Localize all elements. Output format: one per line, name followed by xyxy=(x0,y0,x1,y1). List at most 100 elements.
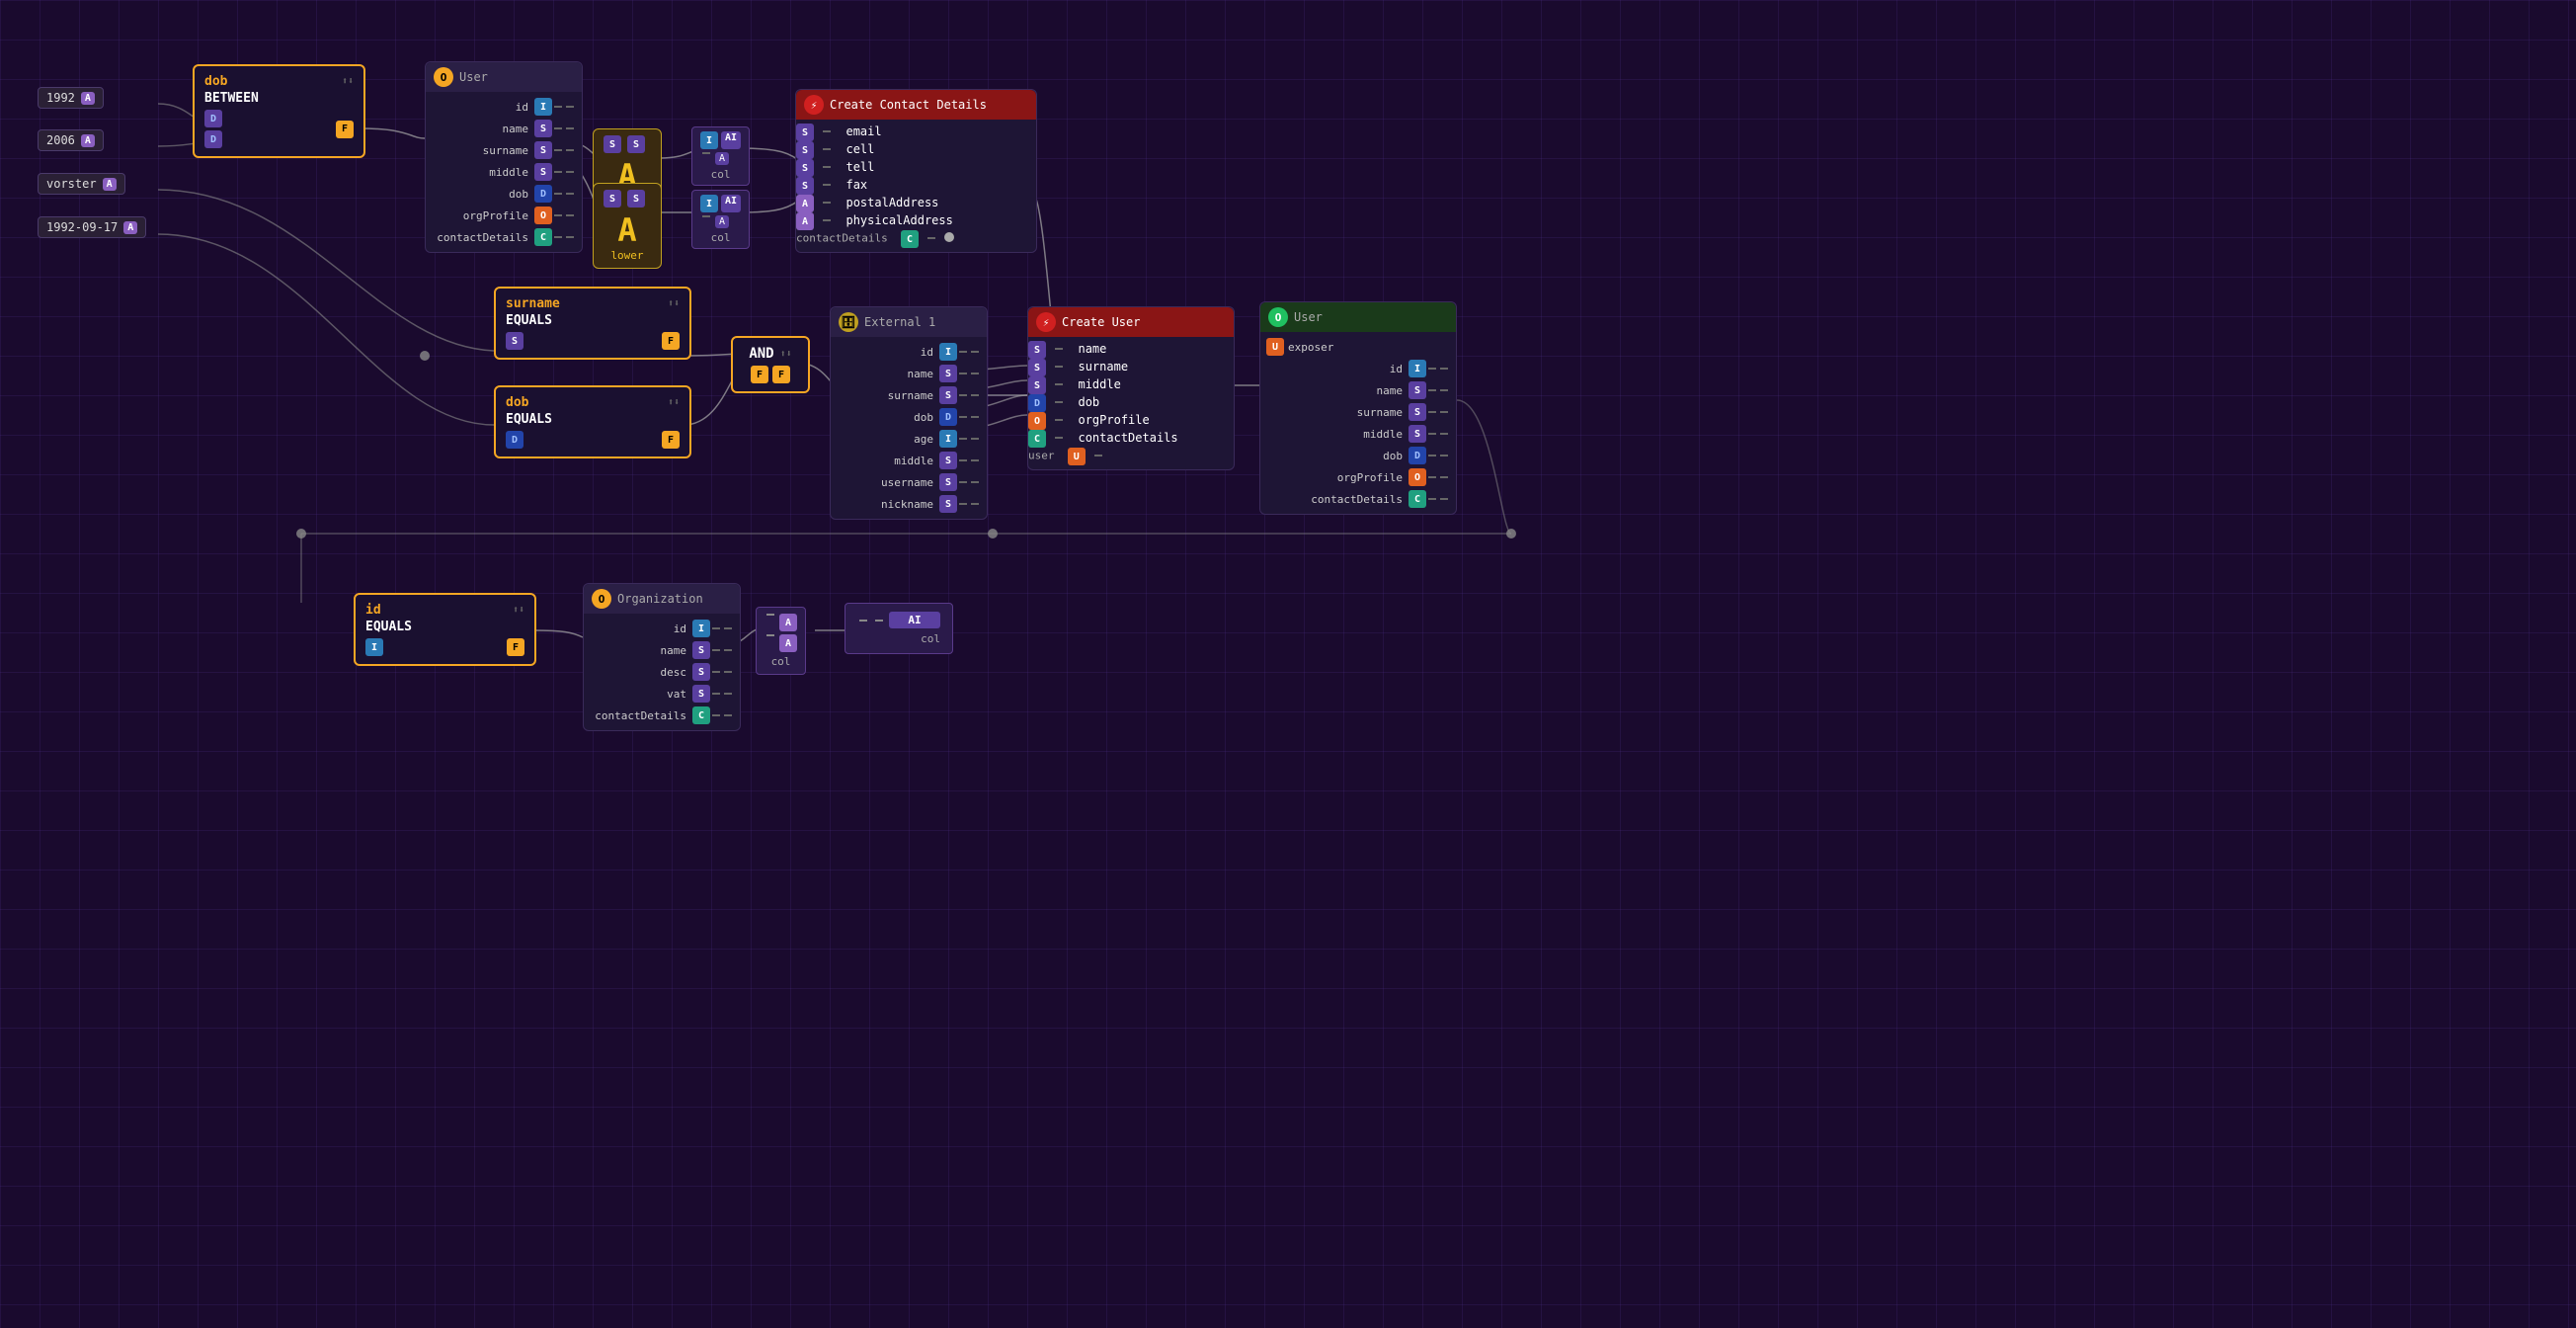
and-node[interactable]: AND ⬆⬇ F F xyxy=(731,336,810,393)
and-f2[interactable]: F xyxy=(772,366,790,383)
user-top-body: id I name S surname S middle S xyxy=(426,92,582,252)
col-output-node[interactable]: AI col xyxy=(845,603,953,654)
dob-between-title: dob xyxy=(204,74,227,89)
val-date-text: 1992-09-17 xyxy=(46,220,118,234)
cu-output-row: user U xyxy=(1028,448,1234,465)
and-input-ports: F F xyxy=(751,366,790,383)
ext-field-name: name S xyxy=(831,363,987,384)
val-2006-badge: A xyxy=(81,134,95,147)
create-contact-node[interactable]: ⚡ Create Contact Details S email S cell … xyxy=(795,89,1037,253)
user-field-dob: dob D xyxy=(426,183,582,205)
val-2006-text: 2006 xyxy=(46,133,75,147)
input-val-1992[interactable]: 1992 A xyxy=(38,87,104,109)
id-equals-op: EQUALS xyxy=(365,620,524,634)
external1-title: External 1 xyxy=(864,315,935,329)
external1-header: 🗄 External 1 xyxy=(831,307,987,337)
ur-field-orgprofile: orgProfile O xyxy=(1260,466,1456,488)
user-right-icon: O xyxy=(1268,307,1288,327)
col-bottom-label: col xyxy=(765,655,797,668)
ext-field-username: username S xyxy=(831,471,987,493)
caps-port-s-out[interactable]: S xyxy=(627,135,645,153)
user-right-node[interactable]: O User U exposer id I name S surname xyxy=(1259,301,1457,515)
external1-node[interactable]: 🗄 External 1 id I name S surname S xyxy=(830,306,988,520)
dob-equals-node[interactable]: dob ⬆⬇ EQUALS D F xyxy=(494,385,691,458)
input-val-2006[interactable]: 2006 A xyxy=(38,129,104,151)
dob-between-ports: D D F xyxy=(204,110,354,148)
cc-field-fax: S fax xyxy=(796,177,1036,195)
user-top-header: O User xyxy=(426,62,582,92)
cc-field-postal: A postalAddress xyxy=(796,195,1036,212)
org-field-desc: desc S xyxy=(584,661,740,683)
ext-field-dob: dob D xyxy=(831,406,987,428)
cc-output-row: contactDetails C xyxy=(796,230,1036,248)
col1-node[interactable]: I AI A col xyxy=(691,126,750,186)
dob-port-f[interactable]: F xyxy=(662,431,680,449)
input-val-vorster[interactable]: vorster A xyxy=(38,173,125,195)
val-date-badge: A xyxy=(123,221,137,234)
id-equals-node[interactable]: id ⬆⬇ EQUALS I F xyxy=(354,593,536,666)
user-field-id: id I xyxy=(426,96,582,118)
col1-label: col xyxy=(700,168,741,181)
cu-field-dob: D dob xyxy=(1028,394,1234,412)
surname-equals-op: EQUALS xyxy=(506,313,680,328)
org-field-contactdetails: contactDetails C xyxy=(584,705,740,726)
surname-port-f[interactable]: F xyxy=(662,332,680,350)
lower-label: lower xyxy=(604,249,651,262)
lower-transform[interactable]: S S A lower xyxy=(593,183,662,269)
col-top-group: I AI A col I AI A col xyxy=(691,126,750,249)
cu-field-surname: S surname xyxy=(1028,359,1234,376)
surname-equals-ports: S F xyxy=(506,332,680,350)
create-user-icon: ⚡ xyxy=(1036,312,1056,332)
lower-letter: A xyxy=(604,211,651,249)
user-right-header: O User xyxy=(1260,302,1456,332)
ur-field-surname: surname S xyxy=(1260,401,1456,423)
dob-equals-title: dob xyxy=(506,395,528,410)
user-right-body: U exposer id I name S surname S xyxy=(1260,332,1456,514)
user-field-surname: surname S xyxy=(426,139,582,161)
org-field-name: name S xyxy=(584,639,740,661)
cc-field-email: S email xyxy=(796,124,1036,141)
create-user-node[interactable]: ⚡ Create User S name S surname S middle … xyxy=(1027,306,1235,470)
col-bottom-node[interactable]: A A col xyxy=(756,607,806,675)
port-D-2[interactable]: D xyxy=(204,130,222,148)
node-canvas[interactable]: 1992 A 2006 A vorster A 1992-09-17 A dob… xyxy=(0,0,2576,1328)
surname-equals-node[interactable]: surname ⬆⬇ EQUALS S F xyxy=(494,287,691,360)
user-top-node[interactable]: O User id I name S surname S xyxy=(425,61,583,253)
lower-port-s-in[interactable]: S xyxy=(604,190,621,208)
input-val-date[interactable]: 1992-09-17 A xyxy=(38,216,146,238)
id-port-f[interactable]: F xyxy=(507,638,524,656)
create-user-title: Create User xyxy=(1062,315,1140,329)
create-contact-body: S email S cell S tell S fax A xyxy=(796,120,1036,252)
ur-field-name: name S xyxy=(1260,379,1456,401)
surname-port-s[interactable]: S xyxy=(506,332,523,350)
create-user-body: S name S surname S middle D dob O xyxy=(1028,337,1234,469)
ext-field-surname: surname S xyxy=(831,384,987,406)
caps-port-s-in[interactable]: S xyxy=(604,135,621,153)
cu-field-middle: S middle xyxy=(1028,376,1234,394)
and-f1[interactable]: F xyxy=(751,366,768,383)
col-output-label: col xyxy=(857,632,940,645)
id-port-i[interactable]: I xyxy=(365,638,383,656)
cu-field-name: S name xyxy=(1028,341,1234,359)
org-header: O Organization xyxy=(584,584,740,614)
col2-node[interactable]: I AI A col xyxy=(691,190,750,249)
org-field-vat: vat S xyxy=(584,683,740,705)
external1-icon: 🗄 xyxy=(839,312,858,332)
val-vorster-text: vorster xyxy=(46,177,97,191)
external1-body: id I name S surname S dob D xyxy=(831,337,987,519)
dob-port-d[interactable]: D xyxy=(506,431,523,449)
ext-field-middle: middle S xyxy=(831,450,987,471)
dob-between-sort-icon: ⬆⬇ xyxy=(342,76,354,87)
user-right-title: User xyxy=(1294,310,1323,324)
port-D-1[interactable]: D xyxy=(204,110,222,127)
ext-field-nickname: nickname S xyxy=(831,493,987,515)
ur-field-dob: dob D xyxy=(1260,445,1456,466)
create-contact-header: ⚡ Create Contact Details xyxy=(796,90,1036,120)
create-contact-title: Create Contact Details xyxy=(830,98,987,112)
org-field-id: id I xyxy=(584,618,740,639)
org-node[interactable]: O Organization id I name S desc S xyxy=(583,583,741,731)
lower-port-s-out[interactable]: S xyxy=(627,190,645,208)
port-F-right[interactable]: F xyxy=(336,121,354,138)
dob-between-node[interactable]: dob ⬆⬇ BETWEEN D D F xyxy=(193,64,365,158)
surname-equals-title: surname xyxy=(506,296,560,311)
